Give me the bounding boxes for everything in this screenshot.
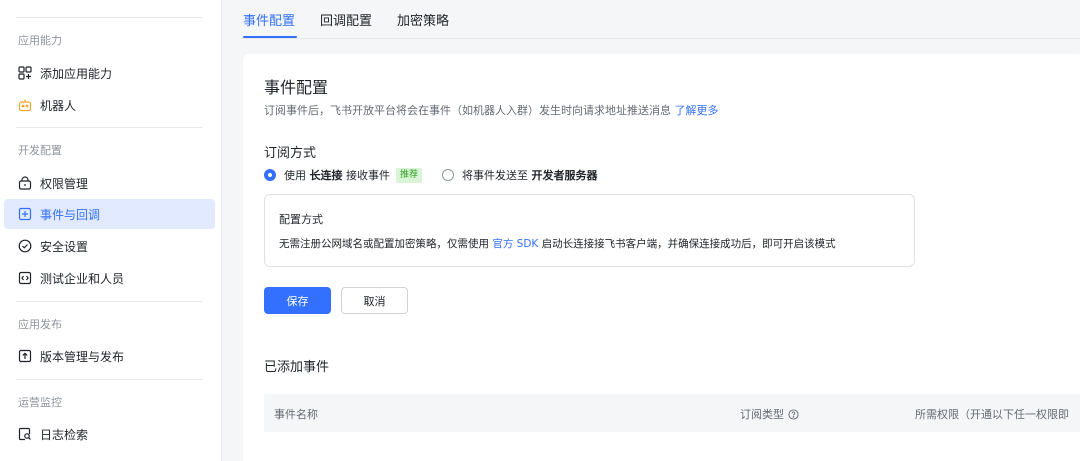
long-connection-label[interactable]: 使用 长连接 接收事件 [284, 167, 390, 183]
subscribe-method-options: 使用 长连接 接收事件 推荐 将事件发送至 开发者服务器 [264, 167, 598, 183]
save-button[interactable]: 保存 [264, 287, 331, 314]
option-text: 将事件发送至 [462, 169, 529, 182]
robot-icon [18, 98, 32, 112]
sidebar-item-label: 机器人 [40, 98, 77, 113]
sidebar-item-test-users[interactable]: 测试企业和人员 [4, 263, 215, 293]
tab-bar: 事件配置 回调配置 加密策略 [222, 0, 1080, 40]
tab-callback-config[interactable]: 回调配置 [320, 10, 372, 29]
sidebar-item-versions[interactable]: 版本管理与发布 [4, 341, 215, 371]
events-table-header: 事件名称 订阅类型 所需权限（开通以下任一权限即 [264, 394, 1080, 432]
column-header-label: 事件名称 [274, 408, 318, 421]
sidebar-item-robot[interactable]: 机器人 [4, 90, 215, 120]
sidebar-section-title: 运营监控 [18, 396, 62, 409]
column-header-label: 所需权限（开通以下任一权限即 [915, 408, 1069, 421]
developer-server-label[interactable]: 将事件发送至 开发者服务器 [462, 167, 598, 183]
column-header-required-permissions: 所需权限（开通以下任一权限即 [915, 406, 1069, 422]
sidebar-item-add-capability[interactable]: 添加应用能力 [4, 58, 215, 88]
column-header-event-name: 事件名称 [274, 406, 318, 422]
sidebar-item-label: 权限管理 [40, 176, 89, 191]
sidebar-divider [16, 127, 202, 128]
sidebar-item-label: 添加应用能力 [40, 66, 113, 81]
apps-grid-icon [18, 66, 32, 80]
sidebar-item-permissions[interactable]: 权限管理 [4, 168, 215, 198]
event-icon [18, 207, 32, 221]
sidebar-item-label: 版本管理与发布 [40, 349, 125, 364]
shield-icon [18, 239, 32, 253]
cancel-button[interactable]: 取消 [341, 287, 408, 314]
test-icon [18, 271, 32, 285]
sidebar-item-log-search[interactable]: 日志检索 [4, 419, 215, 449]
sidebar-section-title: 应用发布 [18, 318, 62, 331]
sidebar: ◜◝ 应用能力 添加应用能力 机器人 开发配置 权限管理 事件与回调 安全设置 [0, 0, 222, 461]
sidebar-item-label: 日志检索 [40, 427, 89, 442]
sidebar-divider [16, 17, 202, 18]
option-bold-text: 开发者服务器 [531, 169, 598, 182]
learn-more-link[interactable]: 了解更多 [675, 104, 719, 117]
config-method-box: 配置方式 无需注册公网域名或配置加密策略，仅需使用 官方 SDK 启动长连接接飞… [264, 194, 915, 267]
option-bold-text: 长连接 [309, 169, 343, 182]
event-config-card: 事件配置 订阅事件后，飞书开放平台将会在事件（如机器人入群）发生时向请求地址推送… [243, 54, 1080, 461]
page-description: 订阅事件后，飞书开放平台将会在事件（如机器人入群）发生时向请求地址推送消息 了解… [264, 102, 719, 118]
sidebar-section-title: 开发配置 [18, 144, 62, 157]
question-circle-icon[interactable] [788, 408, 799, 420]
upload-icon [18, 349, 32, 363]
info-text-prefix: 无需注册公网域名或配置加密策略，仅需使用 [279, 238, 489, 250]
option-text: 接收事件 [346, 169, 390, 182]
subscribe-method-title: 订阅方式 [264, 146, 317, 161]
sidebar-item-label: 安全设置 [40, 239, 89, 254]
sidebar-section-title: 应用能力 [18, 34, 62, 47]
page-title: 事件配置 [264, 78, 329, 97]
official-sdk-link[interactable]: 官方 SDK [492, 238, 538, 250]
sidebar-item-label: 测试企业和人员 [40, 271, 125, 286]
info-text-suffix: 启动长连接接飞书客户端，并确保连接成功后，即可开启该模式 [541, 238, 836, 250]
tab-active-underline [243, 36, 297, 38]
developer-server-radio[interactable] [442, 169, 455, 181]
description-text: 订阅事件后，飞书开放平台将会在事件（如机器人入群）发生时向请求地址推送消息 [264, 104, 671, 117]
tab-bar-divider [242, 38, 1080, 39]
sidebar-item-events-callbacks[interactable]: 事件与回调 [4, 199, 215, 229]
sidebar-divider [16, 379, 202, 380]
recommended-badge: 推荐 [396, 167, 423, 183]
sidebar-top-fragment: ◜◝ [16, 0, 30, 4]
column-header-label: 订阅类型 [740, 408, 784, 421]
sidebar-divider [16, 301, 202, 302]
added-events-title: 已添加事件 [264, 360, 330, 375]
tab-encryption-policy[interactable]: 加密策略 [397, 10, 449, 29]
config-method-text: 无需注册公网域名或配置加密策略，仅需使用 官方 SDK 启动长连接接飞书客户端，… [279, 236, 836, 251]
option-text: 使用 [284, 169, 306, 182]
config-method-title: 配置方式 [279, 213, 323, 226]
tab-event-config[interactable]: 事件配置 [243, 10, 295, 29]
long-connection-radio[interactable] [264, 169, 276, 181]
lock-icon [18, 176, 32, 190]
sidebar-item-label: 事件与回调 [40, 207, 101, 222]
sidebar-item-security[interactable]: 安全设置 [4, 231, 215, 261]
log-search-icon [18, 427, 32, 441]
column-header-subscription-type: 订阅类型 [740, 406, 799, 422]
